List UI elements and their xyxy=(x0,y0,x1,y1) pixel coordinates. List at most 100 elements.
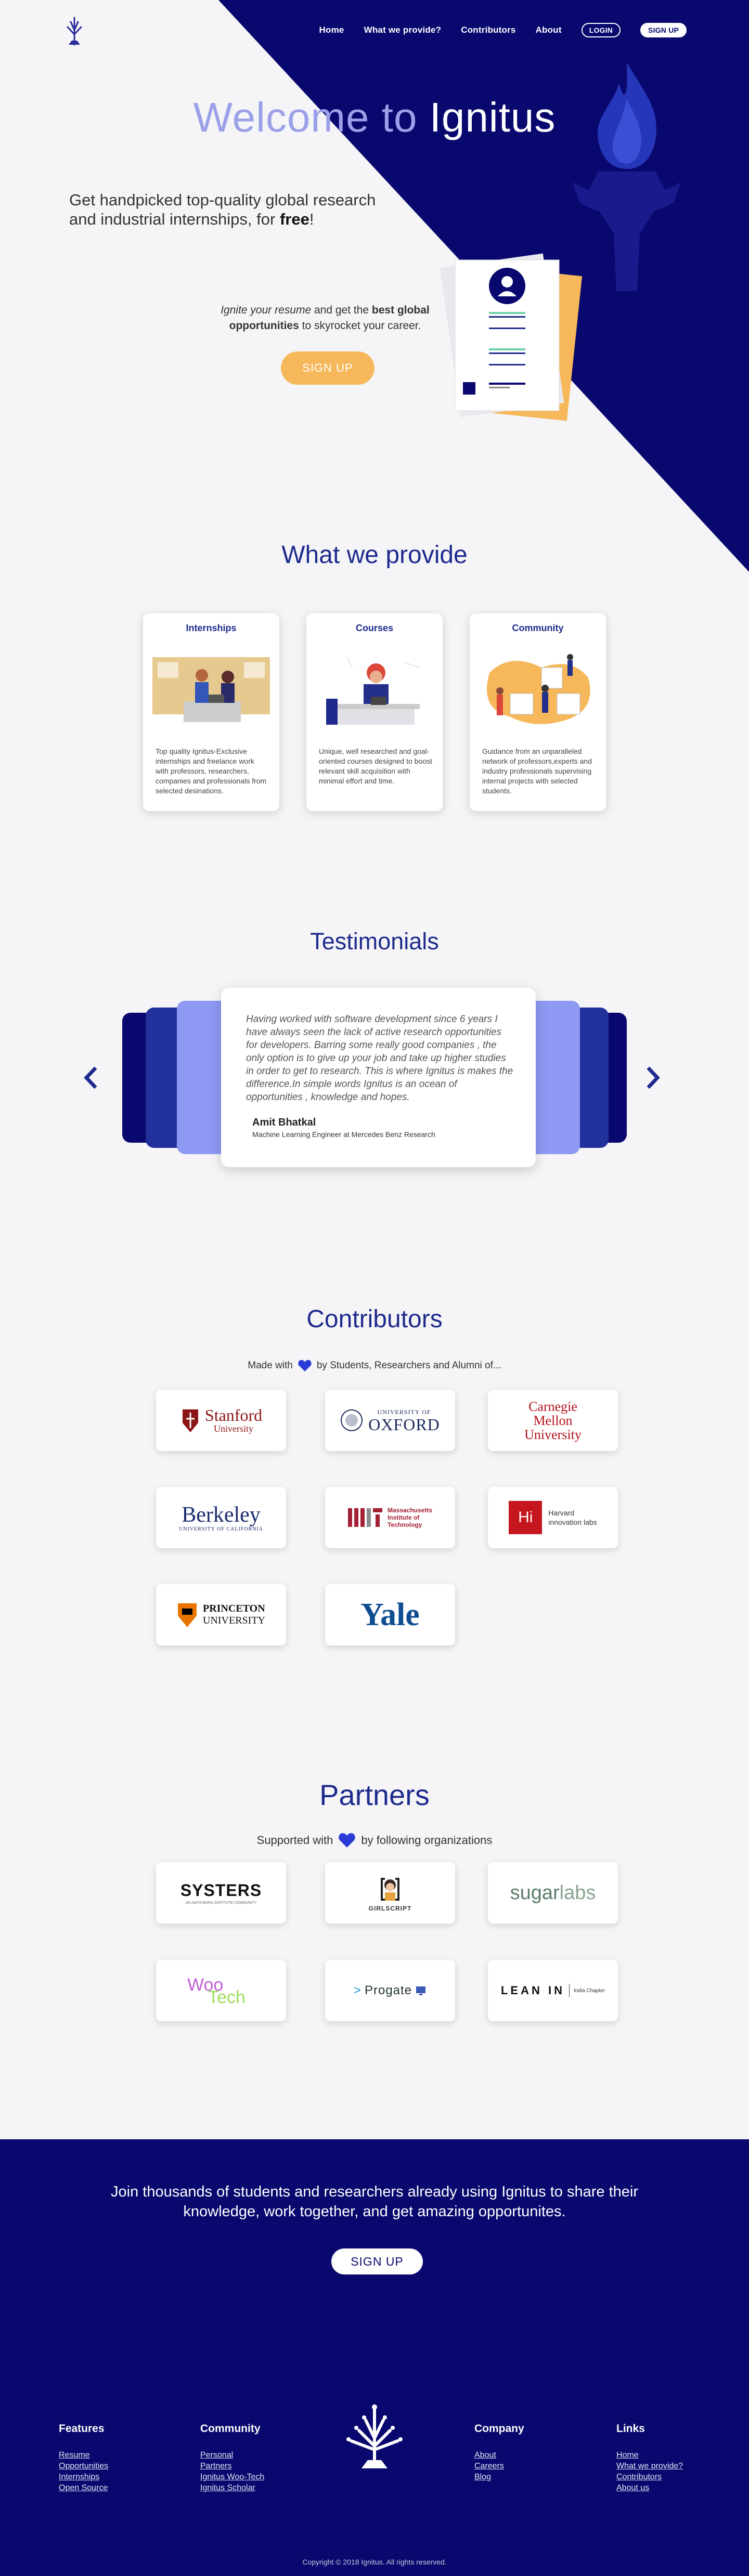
resume-italic: Ignite your resume xyxy=(221,304,312,316)
nav-about[interactable]: About xyxy=(536,25,562,35)
card-description: Unique, well researched and goal-oriente… xyxy=(319,747,432,785)
card-title: Community xyxy=(512,623,564,633)
footer-link-scholar[interactable]: Ignitus Scholar xyxy=(200,2482,264,2493)
hero-signup-button[interactable]: SIGN UP xyxy=(281,351,374,385)
footer-links: Links Home What we provide? Contributors… xyxy=(616,2423,683,2493)
stanford-name: Stanford xyxy=(204,1405,263,1424)
footer-company-title: Company xyxy=(474,2423,524,2435)
footer-company: Company About Careers Blog xyxy=(474,2423,524,2482)
oxford-logo[interactable]: UNIVERSITY OF OXFORD xyxy=(325,1390,455,1451)
ignitus-footer-logo-icon[interactable] xyxy=(341,2402,408,2469)
chevron-left-icon[interactable] xyxy=(83,1066,99,1090)
chevron-right-icon[interactable] xyxy=(645,1066,661,1090)
footer-link-internships[interactable]: Internships xyxy=(59,2472,108,2482)
yale-logo[interactable]: Yale xyxy=(325,1584,455,1645)
resume-callout: Ignite your resume and get the best glob… xyxy=(203,303,447,334)
partners-title: Partners xyxy=(319,1779,430,1811)
footer-link-partners[interactable]: Partners xyxy=(200,2461,264,2472)
hero-tagline: Get handpicked top-quality global resear… xyxy=(69,190,402,229)
princeton-line-1: PRINCETON xyxy=(203,1603,265,1614)
courses-card[interactable]: Courses Unique, well researched and goal… xyxy=(306,613,443,811)
mit-mark-icon xyxy=(347,1508,382,1527)
systers-name: SYSTERS xyxy=(180,1881,262,1900)
stanford-tree-icon xyxy=(182,1409,198,1432)
made-with-line: Made with by Students, Researchers and A… xyxy=(0,1359,749,1372)
resume-mid: and get the xyxy=(311,304,372,316)
cmu-logo[interactable]: Carnegie Mellon University xyxy=(488,1390,618,1451)
sugarlabs-logo[interactable]: sugar labs xyxy=(488,1862,618,1924)
mit-line-3: Technology xyxy=(387,1521,422,1528)
card-title: Courses xyxy=(355,623,394,633)
leanin-divider xyxy=(569,1984,570,1997)
welcome-brand: Ignitus xyxy=(429,94,556,140)
cta-signup-button[interactable]: SIGN UP xyxy=(331,2248,423,2274)
tagline-free: free xyxy=(279,210,309,228)
top-navigation: Home What we provide? Contributors About… xyxy=(319,23,687,37)
testimonial-author: Amit Bhatkal xyxy=(252,1117,316,1128)
internships-card[interactable]: Internships Top quality Ignitus-Exclusiv… xyxy=(143,613,279,811)
berkeley-logo[interactable]: Berkeley UNIVERSITY OF CALIFORNIA xyxy=(156,1487,286,1548)
supported-text: Supported with xyxy=(256,1834,333,1847)
sugarlabs-b: labs xyxy=(559,1881,596,1904)
girlscript-logo[interactable]: GIRLSCRIPT xyxy=(325,1862,455,1924)
princeton-shield-icon xyxy=(178,1603,197,1627)
harvard-line-2: innovation labs xyxy=(548,1518,597,1526)
footer-links-title: Links xyxy=(616,2423,645,2435)
made-with-text: Made with xyxy=(248,1360,293,1371)
wootech-logo[interactable]: Woo Tech xyxy=(156,1960,286,2021)
stanford-logo[interactable]: Stanford University xyxy=(156,1390,286,1451)
footer-link-about-us[interactable]: About us xyxy=(616,2482,683,2493)
berkeley-sub: UNIVERSITY OF CALIFORNIA xyxy=(179,1526,263,1532)
footer-link-what-we-provide[interactable]: What we provide? xyxy=(616,2461,683,2472)
footer-community: Community Personal Partners Ignitus Woo-… xyxy=(200,2423,264,2493)
oxford-name: OXFORD xyxy=(368,1415,440,1434)
harvard-mark: Hi xyxy=(509,1501,543,1534)
progate-monitor-icon xyxy=(416,1986,426,1995)
footer-link-blog[interactable]: Blog xyxy=(474,2472,524,2482)
mit-line-2: Institute of xyxy=(387,1514,420,1521)
footer-link-open-source[interactable]: Open Source xyxy=(59,2482,108,2493)
progate-name: Progate xyxy=(364,1983,412,1997)
harvard-i-lab-logo[interactable]: Hi Harvard innovation labs xyxy=(488,1487,618,1548)
mit-line-1: Massachusetts xyxy=(387,1507,433,1514)
footer-link-about[interactable]: About xyxy=(474,2450,524,2461)
princeton-logo[interactable]: PRINCETON UNIVERSITY xyxy=(156,1584,286,1645)
provide-title: What we provide xyxy=(281,541,468,569)
leanin-name: LEAN IN xyxy=(500,1984,565,1997)
stanford-wordmark: Stanford University xyxy=(205,1407,262,1434)
cmu-line-1: Carnegie xyxy=(528,1398,577,1414)
nav-what-we-provide[interactable]: What we provide? xyxy=(364,25,442,35)
contributors-title: Contributors xyxy=(306,1305,443,1333)
mit-logo[interactable]: Massachusetts Institute of Technology xyxy=(325,1487,455,1548)
hero-section: Home What we provide? Contributors About… xyxy=(0,0,749,572)
tagline-end: ! xyxy=(309,210,314,228)
community-card[interactable]: Community Guidance from an unparalleled … xyxy=(470,613,606,811)
progate-logo[interactable]: > Progate xyxy=(325,1960,455,2021)
footer-link-home[interactable]: Home xyxy=(616,2450,683,2461)
nav-contributors[interactable]: Contributors xyxy=(461,25,515,35)
login-button[interactable]: LOGIN xyxy=(581,23,621,37)
made-with-suffix: by Students, Researchers and Alumni of..… xyxy=(316,1360,501,1371)
supported-suffix: by following organizations xyxy=(361,1834,493,1847)
footer-link-woo-tech[interactable]: Ignitus Woo-Tech xyxy=(200,2472,264,2482)
wootech-wordmark: Woo Tech xyxy=(182,1975,260,2007)
progate-chevron-icon: > xyxy=(353,1983,361,1997)
nav-signup-button[interactable]: SIGN UP xyxy=(640,23,687,37)
welcome-heading: Welcome to Ignitus xyxy=(0,94,749,141)
footer-link-opportunities[interactable]: Opportunities xyxy=(59,2461,108,2472)
ignitus-logo-icon[interactable] xyxy=(61,15,87,46)
footer-link-contributors[interactable]: Contributors xyxy=(616,2472,683,2482)
footer-link-personal[interactable]: Personal xyxy=(200,2450,264,2461)
systers-logo[interactable]: SYSTERS AN ANITA BORG INSTITUTE COMMUNIT… xyxy=(156,1862,286,1924)
wootech-tech: Tech xyxy=(208,1987,246,2007)
card-description: Guidance from an unparalleled network of… xyxy=(482,747,592,795)
cta-footer-section: Join thousands of students and researche… xyxy=(0,2139,749,2576)
nav-home[interactable]: Home xyxy=(319,25,344,35)
footer-link-resume[interactable]: Resume xyxy=(59,2450,108,2461)
footer-features: Features Resume Opportunities Internship… xyxy=(59,2423,108,2493)
supported-with-line: Supported with by following organization… xyxy=(0,1833,749,1848)
testimonials-title: Testimonials xyxy=(310,928,439,954)
oxford-crest-icon xyxy=(341,1409,363,1431)
leanin-logo[interactable]: LEAN IN India Chapter xyxy=(488,1960,618,2021)
footer-link-careers[interactable]: Careers xyxy=(474,2461,524,2472)
